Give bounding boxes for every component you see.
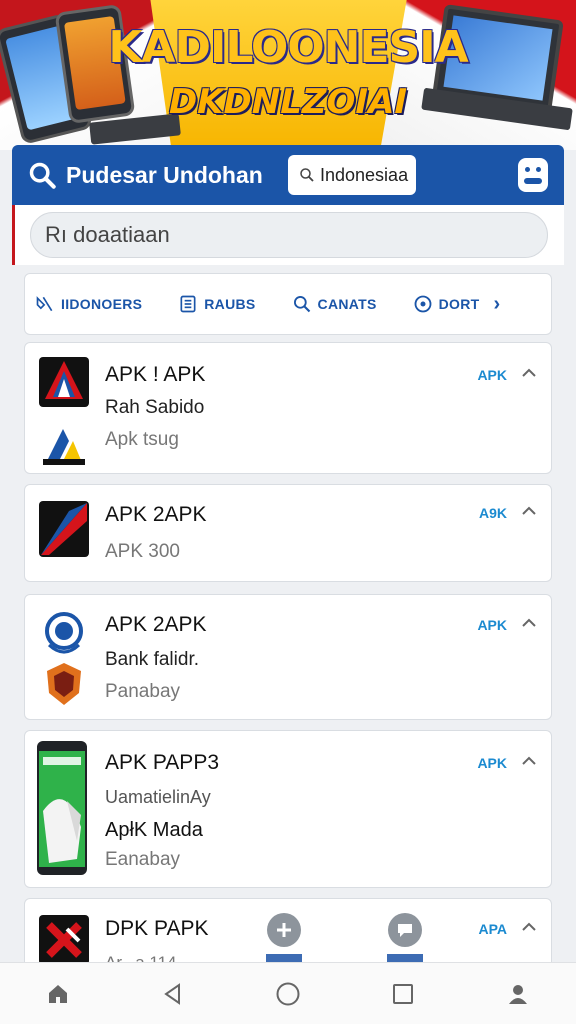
tab-label: DORT <box>438 296 480 312</box>
app-name: APK 2APK <box>105 503 207 526</box>
home-icon[interactable] <box>44 980 72 1008</box>
app-logo-icon <box>39 357 89 407</box>
app-publisher: Rah Sabido <box>105 397 205 418</box>
app-name: APK PAPP3 <box>105 751 220 774</box>
chevron-up-icon[interactable] <box>521 615 537 631</box>
tab-label: CANATS <box>317 296 377 312</box>
search-input[interactable] <box>30 212 548 258</box>
app-card-2[interactable]: APK 2APK APK 300 A9K <box>24 484 552 582</box>
app-secondary-logo-icon <box>39 421 89 471</box>
app-card-1[interactable]: APK ! APK Rah Sabido Apk tsug APK <box>24 342 552 474</box>
chevron-up-icon[interactable] <box>521 503 537 519</box>
app-publisher: UamatielinAy <box>105 787 211 807</box>
back-icon[interactable] <box>159 980 187 1008</box>
home-circle-icon[interactable] <box>274 980 302 1008</box>
app-meta: APK 300 <box>105 541 180 562</box>
robot-icon[interactable] <box>518 158 548 192</box>
chevron-up-icon[interactable] <box>521 365 537 381</box>
tab-dort[interactable]: DORT <box>413 294 480 314</box>
app-name: DPK PAPK <box>105 917 209 940</box>
search-icon <box>293 296 310 313</box>
banner-title: KADILOONESIA <box>108 22 468 73</box>
app-meta: Apk tsug <box>105 429 179 450</box>
system-navigation-bar <box>0 962 576 1024</box>
app-card-4[interactable]: APK PAPP3 UamatielinAy ApłK Mada Eanabay… <box>24 730 552 888</box>
add-indicator <box>266 954 302 962</box>
shield-icon <box>39 609 89 659</box>
app-publisher: Bank falidr. <box>105 649 199 670</box>
app-logo-icon <box>39 501 89 557</box>
banner-subtitle: DKDNLZOIAI <box>168 82 408 122</box>
app-card-3[interactable]: APK 2APK Bank falidr. Panabay APK <box>24 594 552 720</box>
app-type-badge: APK <box>477 617 507 633</box>
phone-screenshot-icon <box>37 741 87 875</box>
app-type-badge: A9K <box>478 505 507 521</box>
tag-icon <box>36 296 53 312</box>
app-type-badge: APK <box>477 367 507 383</box>
region-selector[interactable]: Indonesiaa <box>288 155 416 195</box>
tab-iidonoers[interactable]: IIDONOERS <box>35 294 142 314</box>
search-icon <box>300 168 314 182</box>
chevron-up-icon[interactable] <box>521 753 537 769</box>
category-tabs: IIDONOERS RAUBS CANATS DORT › <box>24 273 552 335</box>
app-subtitle: ApłK Mada <box>105 819 203 841</box>
document-icon <box>180 295 196 313</box>
tab-raubs[interactable]: RAUBS <box>178 294 255 314</box>
tab-canats[interactable]: CANATS <box>292 294 377 314</box>
region-label: Indonesiaa <box>320 164 409 185</box>
chat-icon[interactable] <box>388 913 422 947</box>
add-icon[interactable] <box>267 913 301 947</box>
app-name: APK ! APK <box>105 363 206 386</box>
app-meta: Panabay <box>105 681 181 702</box>
recent-apps-icon[interactable] <box>389 980 417 1008</box>
header-title: Pudesar Undohan <box>66 161 263 188</box>
app-type-badge: APA <box>478 921 507 937</box>
app-name: APK 2APK <box>105 613 207 636</box>
app-meta: Eanabay <box>105 849 181 870</box>
dot-circle-icon <box>414 295 432 313</box>
tab-label: IIDONOERS <box>61 296 143 312</box>
chevron-right-icon[interactable]: › <box>494 293 501 316</box>
chat-indicator <box>387 954 423 962</box>
chevron-up-icon[interactable] <box>521 919 537 935</box>
badge-icon <box>39 659 89 709</box>
app-type-badge: APK <box>477 755 507 771</box>
app-logo-icon <box>39 915 89 965</box>
tab-label: RAUBS <box>204 296 256 312</box>
promo-banner[interactable]: KADILOONESIA DKDNLZOIAI <box>0 0 576 150</box>
search-icon[interactable] <box>28 161 56 189</box>
profile-icon[interactable] <box>504 980 532 1008</box>
app-header: Pudesar Undohan Indonesiaa <box>12 145 564 205</box>
